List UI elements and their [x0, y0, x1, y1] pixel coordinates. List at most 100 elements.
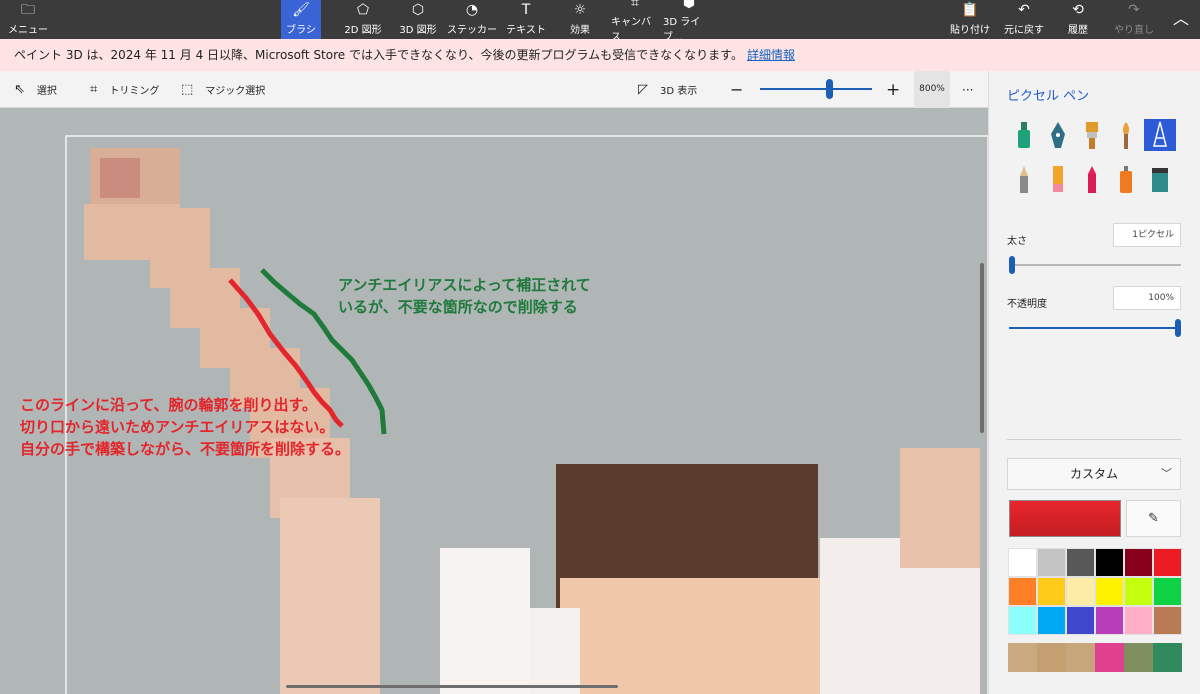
brush-marker[interactable] — [1008, 119, 1040, 151]
spray-can-icon — [1120, 166, 1132, 193]
brush-watercolor[interactable] — [1110, 119, 1142, 151]
red-annotation-line: 自分の手で構築しながら、不要箇所を削除する。 — [20, 440, 351, 458]
color-swatch[interactable] — [1066, 643, 1095, 672]
opacity-field[interactable]: 100% — [1113, 286, 1181, 310]
color-swatch[interactable] — [1095, 606, 1124, 635]
tab-3d-library[interactable]: ⬢ 3D ライブ... — [663, 0, 715, 43]
zoom-slider-thumb[interactable] — [826, 79, 833, 99]
color-swatch[interactable] — [1037, 643, 1066, 672]
tab-stickers[interactable]: ◔ ステッカー — [446, 0, 498, 39]
color-swatch[interactable] — [1153, 577, 1182, 606]
select-button[interactable]: ⇖ 選択 — [14, 71, 57, 108]
opacity-label: 不透明度 — [1007, 299, 1047, 310]
undo-button[interactable]: ↶ 元に戻す — [1002, 0, 1046, 39]
fill-bucket-icon — [1152, 168, 1168, 192]
color-swatch[interactable] — [1124, 577, 1153, 606]
color-swatch[interactable] — [1066, 577, 1095, 606]
color-swatch[interactable] — [1037, 577, 1066, 606]
current-color-swatch[interactable] — [1009, 500, 1121, 537]
brush-pixel-pen[interactable] — [1144, 119, 1176, 151]
color-swatch[interactable] — [1124, 606, 1153, 635]
chevron-down-icon: ﹀ — [1161, 467, 1172, 480]
view-3d-toggle[interactable]: ◸ 3D 表示 — [638, 71, 697, 108]
brush-pencil[interactable] — [1008, 163, 1040, 195]
color-palette — [1008, 548, 1182, 635]
zoom-in-button[interactable]: + — [886, 71, 900, 108]
eraser-icon — [1053, 166, 1063, 192]
tab-brushes[interactable]: 🖌 ブラシ — [281, 0, 321, 39]
crop-button[interactable]: ⌗ トリミング — [90, 71, 159, 108]
color-swatch[interactable] — [1037, 548, 1066, 577]
magic-select-icon: ⬚ — [181, 82, 194, 97]
color-swatch[interactable] — [1153, 548, 1182, 577]
color-swatch[interactable] — [1153, 643, 1182, 672]
zoom-slider-track[interactable] — [760, 88, 872, 90]
view-3d-label: 3D 表示 — [660, 86, 698, 97]
palette-dropdown[interactable]: カスタム ﹀ — [1007, 458, 1181, 490]
brush-calligraphy-pen[interactable] — [1042, 119, 1074, 151]
color-swatch[interactable] — [1124, 643, 1153, 672]
color-swatch[interactable] — [1066, 606, 1095, 635]
color-swatch[interactable] — [1153, 606, 1182, 635]
menu-button[interactable]: 🗀 メニュー — [8, 0, 48, 39]
opacity-slider-track[interactable] — [1009, 327, 1181, 329]
magic-select-button[interactable]: ⬚ マジック選択 — [181, 71, 265, 108]
more-button[interactable]: ··· — [962, 71, 973, 108]
opacity-slider-thumb[interactable] — [1175, 319, 1181, 337]
zoom-level-field[interactable]: 800% — [914, 71, 950, 108]
crop-icon: ⌗ — [90, 82, 98, 97]
color-swatch[interactable] — [1008, 577, 1037, 606]
zoom-out-button[interactable]: − — [730, 71, 743, 108]
brush-oil[interactable] — [1076, 119, 1108, 151]
sun-icon: ☼ — [573, 2, 587, 18]
canvas-area[interactable]: アンチエイリアスによって補正されて いるが、不要な箇所なので削除する このライン… — [0, 108, 988, 694]
canvas-icon: ⌗ — [631, 0, 639, 11]
color-swatch[interactable] — [1008, 548, 1037, 577]
color-swatch[interactable] — [1066, 548, 1095, 577]
cursor-icon: ⇖ — [14, 82, 25, 97]
brush-fill[interactable] — [1144, 163, 1176, 195]
magic-select-label: マジック選択 — [205, 86, 266, 97]
color-swatch[interactable] — [1037, 606, 1066, 635]
panel-title: ピクセル ペン — [1007, 89, 1090, 104]
library-icon: ⬢ — [682, 0, 696, 11]
size-label: 太さ — [1007, 236, 1027, 247]
size-field[interactable]: 1ピクセル — [1113, 223, 1181, 247]
tab-text[interactable]: T テキスト — [505, 0, 547, 39]
pencil-icon — [1020, 166, 1028, 193]
color-swatch[interactable] — [1008, 643, 1037, 672]
color-swatch[interactable] — [1095, 577, 1124, 606]
tab-label: 効果 — [570, 25, 590, 36]
calligraphy-pen-icon — [1051, 122, 1065, 148]
pixel-pen-icon — [1153, 121, 1167, 147]
collapse-button[interactable]: ︿ — [1166, 0, 1196, 39]
history-icon: ⟲ — [1072, 2, 1084, 18]
color-swatch[interactable] — [1095, 548, 1124, 577]
cube-icon: ⬡ — [411, 2, 425, 18]
shapes-2d-icon: ⬠ — [356, 2, 370, 18]
brush-icon: 🖌 — [292, 2, 310, 18]
brush-spray-can[interactable] — [1110, 163, 1142, 195]
paste-button[interactable]: 📋 貼り付け — [948, 0, 992, 39]
brush-crayon[interactable] — [1076, 163, 1108, 195]
vertical-scrollbar[interactable] — [980, 263, 984, 433]
horizontal-scrollbar[interactable] — [286, 685, 618, 688]
tab-3d-shapes[interactable]: ⬡ 3D 図形 — [393, 0, 443, 39]
learn-more-link[interactable]: 詳細情報 — [747, 48, 795, 62]
notice-text: ペイント 3D は、2024 年 11 月 4 日以降、Microsoft St… — [14, 48, 743, 62]
color-swatch[interactable] — [1124, 548, 1153, 577]
color-swatch[interactable] — [1008, 606, 1037, 635]
size-slider-track[interactable] — [1009, 264, 1181, 266]
color-swatch[interactable] — [1095, 643, 1124, 672]
tab-canvas[interactable]: ⌗ キャンバス — [611, 0, 659, 43]
size-slider-thumb[interactable] — [1009, 256, 1015, 274]
green-annotation-line: アンチエイリアスによって補正されて — [338, 276, 591, 294]
redo-button[interactable]: ↷ やり直し — [1112, 0, 1156, 39]
tab-2d-shapes[interactable]: ⬠ 2D 図形 — [338, 0, 388, 39]
brush-eraser[interactable] — [1042, 163, 1074, 195]
oil-brush-icon — [1086, 122, 1098, 149]
custom-color-palette — [1008, 643, 1182, 672]
eyedropper-button[interactable]: ✎ — [1126, 500, 1181, 537]
tab-effects[interactable]: ☼ 効果 — [562, 0, 598, 39]
history-button[interactable]: ⟲ 履歴 — [1058, 0, 1098, 39]
